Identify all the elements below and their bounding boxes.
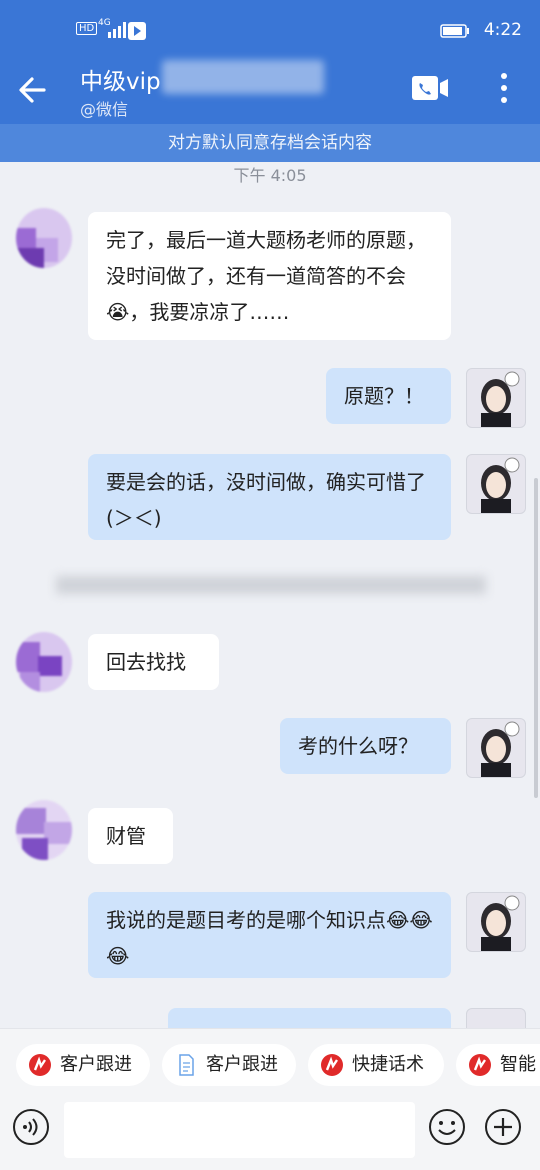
brand-logo-icon <box>321 1054 343 1076</box>
agent-avatar-icon <box>481 371 520 427</box>
message-timestamp: 下午 4:05 <box>233 166 307 185</box>
video-call-icon[interactable] <box>410 74 450 102</box>
emoji-icon[interactable] <box>428 1108 466 1146</box>
message-bubble-outgoing[interactable]: 原题？！ <box>326 368 451 424</box>
message-bubble-incoming[interactable]: 完了，最后一道大题杨老师的原题，没时间做了，还有一道简答的不会😭，我要凉凉了…… <box>88 212 451 340</box>
brand-logo-icon <box>469 1054 491 1076</box>
quick-action-customer-followup[interactable]: 客户跟进 <box>16 1044 150 1086</box>
message-bubble-incoming[interactable]: 回去找找 <box>88 634 219 690</box>
scrollbar[interactable] <box>534 478 538 798</box>
chip-label: 客户跟进 <box>206 1054 278 1075</box>
agent-avatar-icon <box>481 457 520 513</box>
user-avatar[interactable] <box>466 892 526 952</box>
user-avatar[interactable] <box>466 368 526 428</box>
user-avatar[interactable] <box>466 1008 526 1030</box>
signal-icon <box>108 22 126 38</box>
agent-avatar-icon <box>481 895 520 951</box>
back-arrow-icon[interactable] <box>14 70 54 110</box>
app-notification-icon <box>128 22 146 40</box>
message-bubble-outgoing[interactable]: 我说的是题目考的是哪个知识点😂😂😂 <box>88 892 451 978</box>
status-bar: HD 4G 4:22 <box>0 0 540 62</box>
contact-source: @微信 <box>80 100 129 119</box>
quick-action-quick-replies[interactable]: 快捷话术 <box>308 1044 444 1086</box>
page-title: 中级vip <box>80 69 161 95</box>
message-input[interactable] <box>64 1102 415 1158</box>
contact-avatar[interactable] <box>16 208 72 268</box>
message-bubble-incoming[interactable]: 财管 <box>88 808 173 864</box>
user-avatar[interactable] <box>466 454 526 514</box>
document-icon <box>179 1054 194 1076</box>
contact-avatar[interactable] <box>16 800 72 860</box>
voice-input-icon[interactable] <box>12 1108 50 1146</box>
quick-action-customer-followup-doc[interactable]: 客户跟进 <box>162 1044 296 1086</box>
message-bubble-outgoing[interactable]: 要是会的话，没时间做，确实可惜了(＞＜) <box>88 454 451 540</box>
agent-avatar-icon <box>481 721 520 777</box>
contact-avatar[interactable] <box>16 632 72 692</box>
clock: 4:22 <box>483 20 522 40</box>
chip-label: 客户跟进 <box>60 1054 132 1075</box>
redacted-system-message <box>56 576 486 594</box>
redacted-name <box>162 60 324 94</box>
battery-icon <box>440 24 469 38</box>
more-options-icon[interactable] <box>492 70 516 106</box>
message-bubble-outgoing[interactable]: 考的什么呀？ <box>280 718 451 774</box>
brand-logo-icon <box>29 1054 51 1076</box>
user-avatar[interactable] <box>466 718 526 778</box>
chip-label: 快捷话术 <box>352 1054 424 1075</box>
add-attachment-icon[interactable] <box>484 1108 522 1146</box>
quick-action-smart[interactable]: 智能 <box>456 1044 540 1086</box>
message-bubble-outgoing-partial[interactable] <box>168 1008 451 1030</box>
hd-indicator: HD <box>76 22 98 35</box>
archive-notice-banner: 对方默认同意存档会话内容 <box>0 124 540 162</box>
chip-label: 智能 <box>500 1054 536 1075</box>
